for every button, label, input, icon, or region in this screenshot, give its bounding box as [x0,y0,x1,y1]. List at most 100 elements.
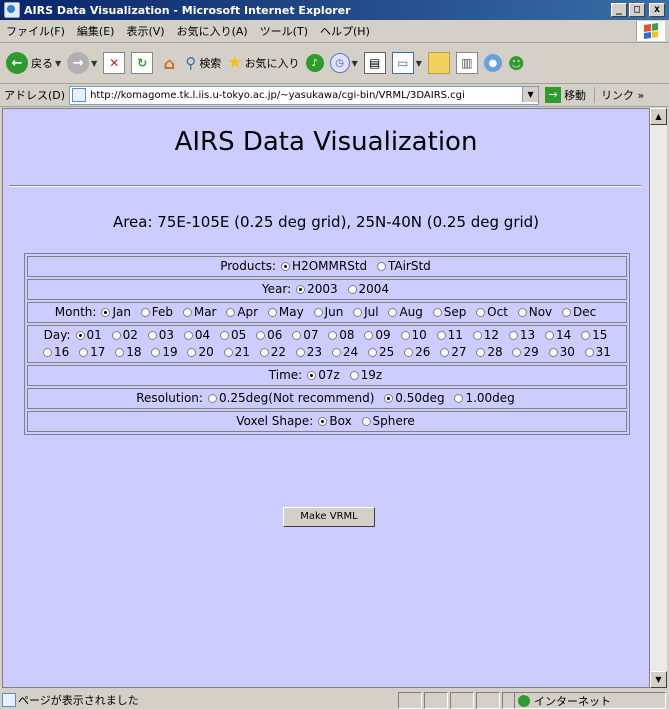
radio-button[interactable] [440,348,450,357]
stop-button[interactable]: ✕ [103,52,126,74]
refresh-button[interactable]: ↻ [131,52,154,74]
radio-button[interactable] [353,308,363,317]
year-option-2003[interactable]: 2003 [296,281,338,298]
radio-button[interactable] [151,348,161,357]
day-option-17[interactable]: 17 [79,344,105,361]
menu-help[interactable]: ヘルプ(H) [314,23,376,39]
radio-button[interactable] [79,348,89,357]
day-option-10[interactable]: 10 [400,327,427,344]
radio-button[interactable] [115,348,125,357]
day-option-29[interactable]: 29 [512,344,539,361]
menu-favorites[interactable]: お気に入り(A) [171,23,254,39]
radio-button[interactable] [101,308,111,317]
day-option-31[interactable]: 31 [584,344,611,361]
time-option-19z[interactable]: 19z [349,367,382,384]
history-button[interactable]: ◷ ▼ [329,53,358,73]
radio-button[interactable] [223,348,233,357]
radio-button[interactable] [187,348,197,357]
resolution-option-0-25deg-not-recommend-[interactable]: 0.25deg(Not recommend) [207,390,374,407]
radio-button[interactable] [347,285,357,294]
radio-button[interactable] [318,417,328,426]
voxel-option-sphere[interactable]: Sphere [361,413,415,430]
radio-button[interactable] [207,394,217,403]
minimize-button[interactable]: _ [611,3,627,17]
forward-button[interactable]: → ▼ [67,52,97,74]
radio-button[interactable] [376,262,386,271]
back-button[interactable]: ← 戻る ▼ [6,52,61,74]
address-input[interactable]: http://komagome.tk.l.iis.u-tokyo.ac.jp/~… [69,85,540,105]
day-option-16[interactable]: 16 [43,344,69,361]
day-option-11[interactable]: 11 [436,327,463,344]
radio-button[interactable] [561,308,571,317]
month-option-dec[interactable]: Dec [561,304,596,321]
day-option-04[interactable]: 04 [183,327,210,344]
radio-button[interactable] [147,331,157,340]
month-option-jul[interactable]: Jul [353,304,379,321]
day-option-25[interactable]: 25 [368,344,394,361]
radio-button[interactable] [361,417,371,426]
radio-button[interactable] [436,331,446,340]
radio-button[interactable] [259,348,269,357]
radio-button[interactable] [331,348,341,357]
menu-edit[interactable]: 編集(E) [71,23,121,39]
month-option-apr[interactable]: Apr [226,304,258,321]
day-option-13[interactable]: 13 [508,327,535,344]
close-button[interactable]: x [649,3,665,17]
radio-button[interactable] [267,308,277,317]
radio-button[interactable] [182,308,192,317]
day-option-23[interactable]: 23 [295,344,322,361]
radio-button[interactable] [400,331,410,340]
links-button[interactable]: リンク » [594,87,644,103]
vertical-scrollbar[interactable]: ▲ ▼ [650,108,667,688]
products-option-h2ommrstd[interactable]: H2OMMRStd [281,258,367,275]
month-option-may[interactable]: May [267,304,304,321]
radio-button[interactable] [292,331,302,340]
day-option-28[interactable]: 28 [476,344,503,361]
day-option-08[interactable]: 08 [328,327,355,344]
time-option-07z[interactable]: 07z [307,367,340,384]
media-button[interactable]: ♪ [305,54,324,72]
day-option-05[interactable]: 05 [219,327,246,344]
menu-file[interactable]: ファイル(F) [0,23,71,39]
menu-tools[interactable]: ツール(T) [254,23,314,39]
radio-button[interactable] [140,308,150,317]
day-option-14[interactable]: 14 [544,327,571,344]
scroll-down-icon[interactable]: ▼ [650,671,667,688]
radio-button[interactable] [454,394,464,403]
radio-button[interactable] [512,348,522,357]
day-option-27[interactable]: 27 [440,344,467,361]
scroll-up-icon[interactable]: ▲ [650,108,667,125]
day-option-02[interactable]: 02 [111,327,138,344]
year-option-2004[interactable]: 2004 [347,281,389,298]
home-button[interactable]: ⌂ [159,53,179,73]
day-option-22[interactable]: 22 [259,344,286,361]
radio-button[interactable] [581,331,591,340]
radio-button[interactable] [364,331,374,340]
radio-button[interactable] [584,348,594,357]
month-option-mar[interactable]: Mar [182,304,216,321]
day-option-07[interactable]: 07 [292,327,318,344]
radio-button[interactable] [548,348,558,357]
menu-view[interactable]: 表示(V) [120,23,170,39]
radio-button[interactable] [75,331,85,340]
day-option-21[interactable]: 21 [223,344,250,361]
radio-button[interactable] [517,308,527,317]
research-button[interactable]: ▥ [455,52,478,74]
favorites-button[interactable]: ★ お気に入り [227,53,299,73]
day-option-19[interactable]: 19 [151,344,178,361]
day-option-18[interactable]: 18 [115,344,142,361]
radio-button[interactable] [508,331,518,340]
make-vrml-button[interactable]: Make VRML [283,507,375,527]
day-option-06[interactable]: 06 [256,327,282,344]
day-option-01[interactable]: 01 [75,327,102,344]
radio-button[interactable] [313,308,323,317]
radio-button[interactable] [183,331,193,340]
month-option-jan[interactable]: Jan [101,304,131,321]
radio-button[interactable] [349,371,359,380]
radio-button[interactable] [295,348,305,357]
radio-button[interactable] [111,331,121,340]
search-button[interactable]: ⚲ 検索 [185,54,221,72]
day-option-09[interactable]: 09 [364,327,391,344]
day-option-15[interactable]: 15 [581,327,607,344]
day-option-20[interactable]: 20 [187,344,214,361]
